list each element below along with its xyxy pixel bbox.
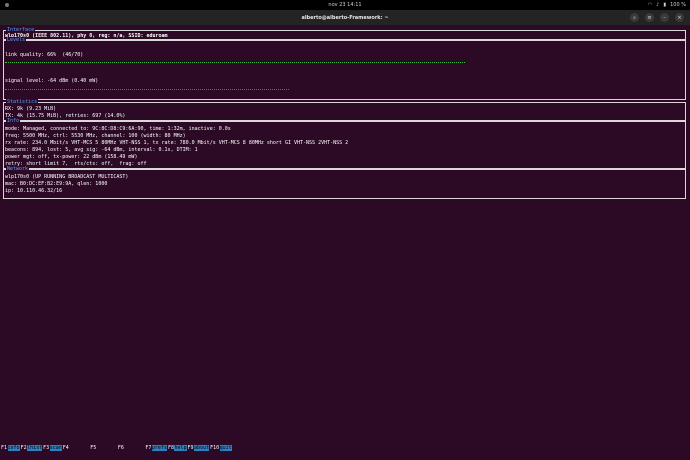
signal-level-bar [5, 89, 289, 90]
top-bar: nov 23 14:11 ◠ ♪ ▮ 100 % [0, 0, 690, 10]
network-title: Network [6, 166, 30, 172]
fkey-prefs[interactable]: prefs [151, 445, 167, 451]
interface-panel: Interface wlp170s0 (IEEE 802.11), phy 0,… [3, 27, 686, 40]
info-panel: Info mode: Managed, connected to: 9C:8C:… [3, 118, 686, 169]
close-button[interactable]: × [675, 13, 684, 22]
window-title: alberto@alberto-Framework: ~ [301, 15, 389, 21]
statistics-panel: Statistics RX: 9k (9.23 MiB) TX: 4k (15.… [3, 99, 686, 121]
fkey-empty[interactable] [124, 445, 144, 451]
search-icon: ⌕ [633, 14, 636, 21]
fkey-empty[interactable] [97, 445, 117, 451]
clock[interactable]: nov 23 14:11 [0, 2, 690, 8]
fkey-empty[interactable] [69, 445, 89, 451]
info-line: freq: 5500 MHz, ctrl: 5530 MHz, channel:… [5, 133, 186, 139]
fkey-scan[interactable]: scan [49, 445, 62, 451]
fkey-about[interactable]: about [194, 445, 210, 451]
volume-icon: ♪ [656, 2, 660, 8]
wifi-icon: ◠ [647, 2, 653, 8]
battery-level: 100 % [670, 2, 686, 8]
function-key-bar: F1 info F2 lhist F3 scan F4 F5 F6 F7 prefs F… [1, 445, 233, 451]
signal-level: signal level: -64 dBm (0.40 mW) [5, 78, 99, 84]
menu-button[interactable]: ≡ [645, 13, 654, 22]
link-quality: link quality: 66% (46/70) [5, 52, 84, 58]
levels-panel: Levels link quality: 66% (46/70) signal … [3, 37, 686, 100]
link-quality-bar [5, 62, 465, 63]
info-line: mode: Managed, connected to: 9C:8C:D8:C9… [5, 126, 231, 132]
info-line: beacons: 894, lost: 5, avg sig: -64 dBm,… [5, 147, 198, 153]
network-panel: Network wlp170s0 (UP RUNNING BROADCAST M… [3, 166, 686, 199]
info-line: power mgt: off, tx-power: 22 dBm (158.49… [5, 154, 138, 160]
window-titlebar: alberto@alberto-Framework: ~ ⌕ ≡ – × [0, 10, 690, 25]
network-line: ip: 10.110.46.32/16 [5, 188, 63, 194]
fkey-help[interactable]: help [174, 445, 187, 451]
levels-title: Levels [6, 37, 27, 43]
hamburger-icon: ≡ [647, 14, 652, 21]
battery-icon: ▮ [663, 2, 667, 8]
search-button[interactable]: ⌕ [630, 13, 639, 22]
interface-line: wlp170s0 (IEEE 802.11), phy 0, reg: n/a,… [5, 33, 168, 39]
fkey: F10 [210, 445, 220, 451]
fkey-quit[interactable]: quit [219, 445, 232, 451]
terminal[interactable]: Interface wlp170s0 (IEEE 802.11), phy 0,… [0, 25, 690, 460]
info-title: Info [6, 118, 21, 124]
tx-stats: TX: 4k (15.75 MiB), retries: 697 (14.0%) [5, 113, 126, 119]
fkey-lhist[interactable]: lhist [27, 445, 43, 451]
info-line: rx rate: 234.0 Mbit/s VHT-MCS 5 80MHz VH… [5, 140, 349, 146]
rx-stats: RX: 9k (9.23 MiB) [5, 106, 57, 112]
minimize-icon: – [663, 14, 666, 21]
network-line: mac: B0:DC:EF:B2:E9:9A, qlen: 1000 [5, 181, 108, 187]
minimize-button[interactable]: – [660, 13, 669, 22]
network-line: wlp170s0 (UP RUNNING BROADCAST MULTICAST… [5, 174, 129, 180]
fkey-info[interactable]: info [7, 445, 20, 451]
system-tray[interactable]: ◠ ♪ ▮ 100 % [648, 2, 686, 8]
close-icon: × [677, 14, 682, 21]
statistics-title: Statistics [6, 99, 39, 105]
